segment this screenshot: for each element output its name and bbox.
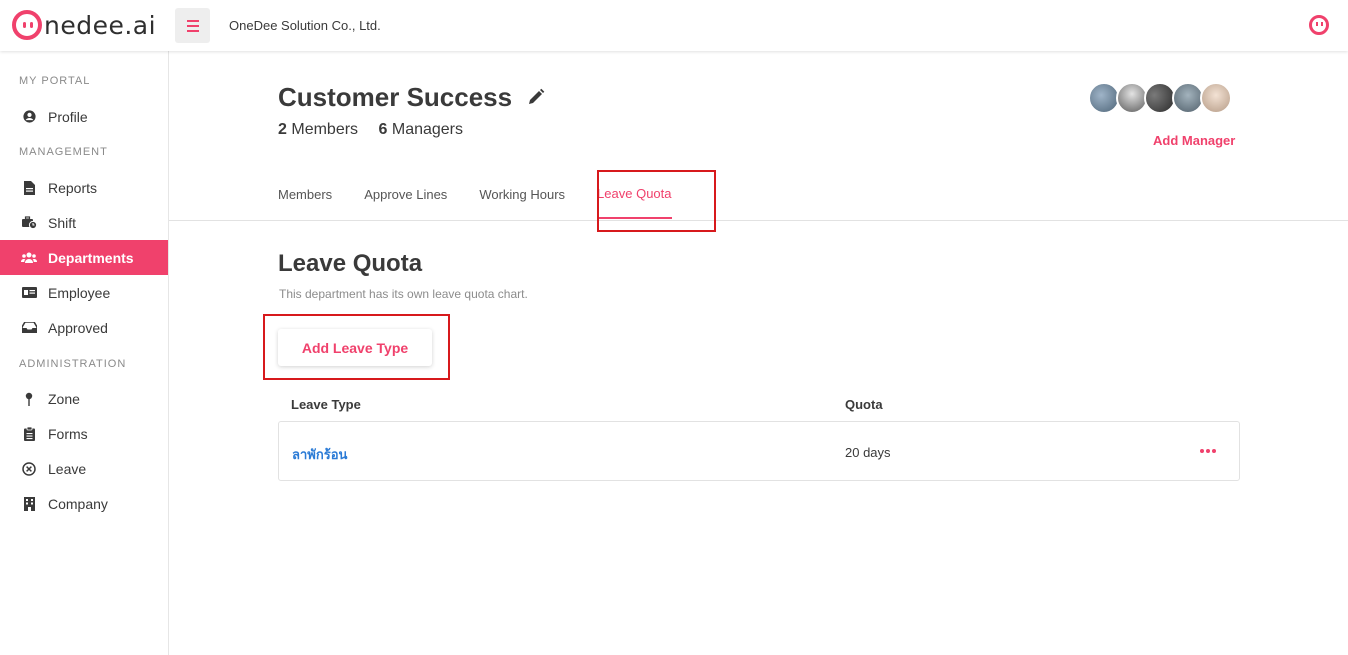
sidebar-item-label: Reports bbox=[48, 179, 98, 196]
sidebar-item-approved[interactable]: Approved bbox=[0, 310, 168, 345]
leave-type-link[interactable]: ลาพักร้อน bbox=[292, 444, 347, 465]
sidebar-item-leave[interactable]: Leave bbox=[0, 451, 168, 486]
avatar[interactable] bbox=[1200, 82, 1232, 114]
sidebar-item-label: Approved bbox=[48, 319, 108, 336]
clipboard-icon bbox=[21, 426, 37, 442]
members-count: 2 bbox=[278, 121, 287, 138]
sidebar-item-label: Leave bbox=[48, 460, 87, 477]
sidebar-item-company[interactable]: Company bbox=[0, 486, 168, 521]
sidebar-item-label: Company bbox=[48, 495, 108, 512]
logo-text: nedee.ai bbox=[44, 10, 157, 40]
section-title: Leave Quota bbox=[278, 250, 423, 277]
sidebar-item-label: Forms bbox=[48, 425, 88, 442]
company-name: OneDee Solution Co., Ltd. bbox=[229, 18, 381, 33]
more-options-icon[interactable] bbox=[1200, 444, 1216, 458]
section-label-management: MANAGEMENT bbox=[19, 146, 108, 158]
department-counts: 2 Members 6 Managers bbox=[278, 121, 463, 139]
tab-working-hours[interactable]: Working Hours bbox=[479, 172, 565, 220]
inbox-icon bbox=[21, 320, 37, 336]
logo-icon bbox=[12, 10, 42, 40]
sidebar: MY PORTAL Profile MANAGEMENT Reports Shi… bbox=[0, 51, 169, 655]
tabs-divider bbox=[169, 220, 1348, 221]
sidebar-item-departments[interactable]: Departments bbox=[0, 240, 168, 275]
sidebar-item-forms[interactable]: Forms bbox=[0, 416, 168, 451]
document-icon bbox=[21, 180, 37, 196]
sidebar-item-reports[interactable]: Reports bbox=[0, 170, 168, 205]
quota-value: 20 days bbox=[845, 445, 891, 460]
top-bar: nedee.ai OneDee Solution Co., Ltd. bbox=[0, 0, 1348, 51]
user-avatar-icon[interactable] bbox=[1309, 15, 1329, 35]
users-icon bbox=[21, 250, 37, 266]
managers-count: 6 bbox=[378, 121, 388, 138]
sidebar-item-label: Departments bbox=[48, 249, 134, 266]
briefcase-clock-icon bbox=[21, 215, 37, 231]
add-manager-link[interactable]: Add Manager bbox=[1153, 133, 1235, 148]
building-icon bbox=[21, 496, 37, 512]
close-circle-icon bbox=[21, 461, 37, 477]
hamburger-menu-button[interactable] bbox=[175, 8, 210, 43]
tab-approve-lines[interactable]: Approve Lines bbox=[364, 172, 447, 220]
department-title: Customer Success bbox=[278, 82, 513, 112]
pencil-icon[interactable] bbox=[527, 88, 545, 106]
sidebar-item-zone[interactable]: Zone bbox=[0, 381, 168, 416]
manager-avatars[interactable] bbox=[1088, 82, 1232, 114]
members-label: Members bbox=[291, 121, 359, 138]
sidebar-item-label: Zone bbox=[48, 390, 80, 407]
sidebar-item-label: Profile bbox=[48, 108, 88, 125]
highlight-box-button bbox=[263, 314, 450, 380]
sidebar-item-label: Employee bbox=[48, 284, 111, 301]
section-description: This department has its own leave quota … bbox=[279, 287, 528, 301]
pin-icon bbox=[21, 391, 37, 407]
managers-label: Managers bbox=[391, 121, 464, 138]
sidebar-item-shift[interactable]: Shift bbox=[0, 205, 168, 240]
section-label-administration: ADMINISTRATION bbox=[19, 358, 127, 370]
tab-members[interactable]: Members bbox=[278, 172, 332, 220]
column-header-quota: Quota bbox=[845, 397, 883, 412]
sidebar-item-employee[interactable]: Employee bbox=[0, 275, 168, 310]
sidebar-item-profile[interactable]: Profile bbox=[0, 99, 168, 134]
id-card-icon bbox=[21, 285, 37, 301]
user-circle-icon bbox=[21, 109, 37, 125]
column-header-leave-type: Leave Type bbox=[291, 397, 361, 412]
section-label-my-portal: MY PORTAL bbox=[19, 75, 91, 87]
logo[interactable]: nedee.ai bbox=[12, 9, 156, 41]
sidebar-item-label: Shift bbox=[48, 214, 77, 231]
table-row: ลาพักร้อน 20 days bbox=[278, 421, 1240, 481]
highlight-box-tab bbox=[597, 170, 716, 232]
